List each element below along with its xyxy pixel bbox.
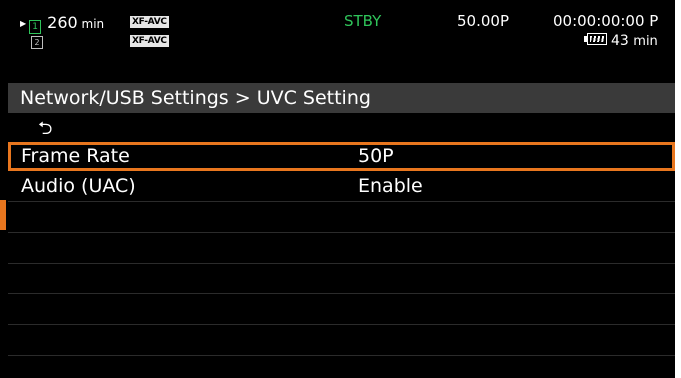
recording-format-badge: XF-AVC xyxy=(130,16,169,28)
row-divider xyxy=(8,232,675,233)
battery-icon xyxy=(584,33,607,45)
menu-item-audio-uac[interactable]: Audio (UAC) Enable xyxy=(8,172,675,201)
row-divider xyxy=(8,293,675,294)
camera-screen: ▶ 1 260 min 2 XF-AVC XF-AVC STBY 50.00P 00… xyxy=(0,0,675,378)
card-slot2-icon: 2 xyxy=(31,36,43,49)
status-bar: ▶ 1 260 min 2 XF-AVC XF-AVC STBY 50.00P 00… xyxy=(0,0,675,72)
slot1-unit: min xyxy=(81,17,105,31)
battery-remaining: 43 xyxy=(611,33,629,49)
row-divider xyxy=(8,263,675,264)
menu-title: Network/USB Settings > UVC Setting xyxy=(8,83,675,113)
slot1-remaining: 260 xyxy=(47,13,78,32)
play-icon: ▶ xyxy=(20,19,27,28)
recording-format-badge-2: XF-AVC xyxy=(130,35,169,47)
row-divider xyxy=(8,201,675,202)
menu-item-value: 50P xyxy=(358,145,394,167)
menu-item-value: Enable xyxy=(358,175,423,197)
battery-status: 43 min xyxy=(584,33,658,50)
menu-item-label: Frame Rate xyxy=(21,145,130,167)
mode-status: STBY xyxy=(344,12,382,30)
row-divider xyxy=(8,355,675,356)
slot2-status: 2 xyxy=(31,33,43,49)
card-slot1-icon: 1 xyxy=(29,20,42,34)
battery-unit: min xyxy=(633,34,658,49)
frame-rate-status: 50.00P xyxy=(457,12,509,30)
row-divider xyxy=(8,324,675,325)
menu-item-frame-rate[interactable]: Frame Rate 50P xyxy=(8,142,675,171)
menu-item-label: Audio (UAC) xyxy=(21,175,136,197)
slot1-status: ▶ 1 260 min xyxy=(20,15,104,34)
back-button[interactable]: ⮌ xyxy=(8,113,675,142)
scroll-position-indicator xyxy=(0,200,6,230)
timecode: 00:00:00:00 P xyxy=(553,12,659,30)
